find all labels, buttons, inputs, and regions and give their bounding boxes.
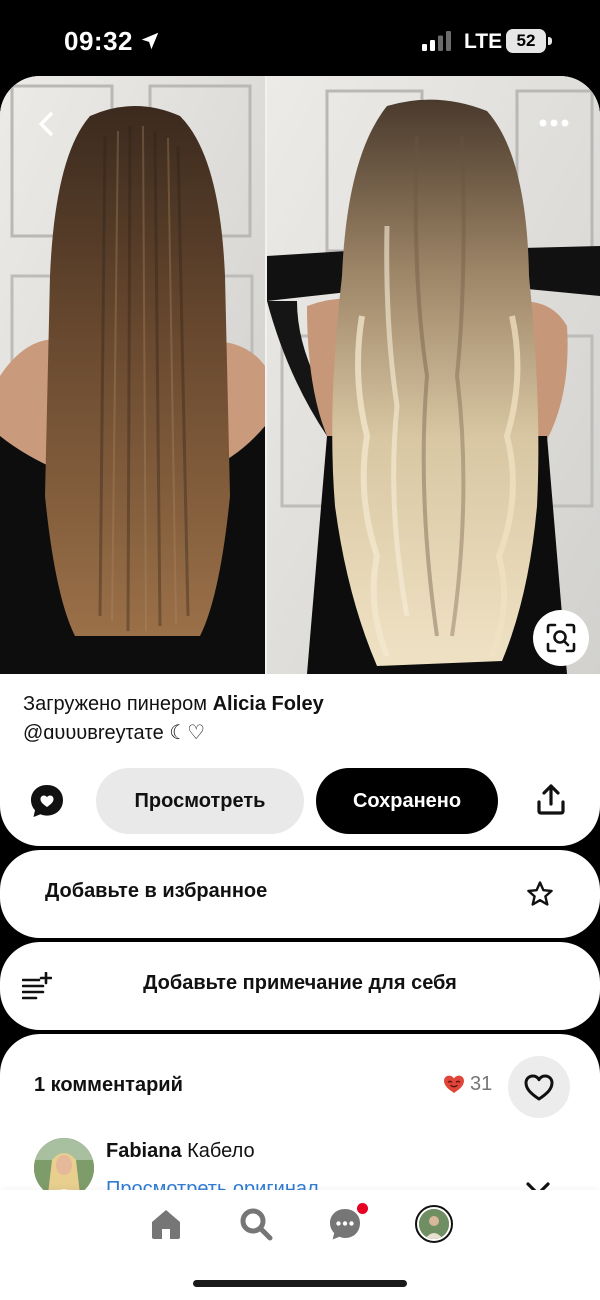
pin-photo-before [0,76,265,674]
commenter-avatar[interactable] [34,1138,94,1198]
more-horizontal-icon [539,119,569,127]
home-icon [152,1210,180,1239]
more-options-button[interactable] [534,106,574,140]
caption-prefix: Загружено пинером [23,693,208,715]
tab-home[interactable] [146,1204,186,1244]
location-arrow-icon [141,32,159,50]
add-to-favorites-row[interactable]: Добавьте в избранное [0,850,600,938]
pin-actions: Просмотреть Сохранено [0,768,600,834]
battery-level: 52 [516,31,536,50]
signal-bars-icon [422,31,451,51]
visual-search-icon [546,623,576,653]
tab-search[interactable] [236,1204,276,1244]
chevron-left-icon [39,112,53,136]
pin-detail-screen: 09:32 LTE 52 Загружено пинером Alicia Fo… [0,0,600,1300]
star-icon [527,881,553,906]
tab-profile[interactable] [414,1204,454,1244]
battery-icon: 52 [506,29,552,53]
favorites-label: Добавьте в избранное [45,880,268,902]
pin-caption: Загружено пинером Alicia Foley @ɑυυυвreу… [23,690,583,748]
comment-author[interactable]: Fabiana [106,1140,182,1162]
like-button[interactable] [508,1056,570,1118]
heart-eyes-emoji-icon [444,1075,464,1093]
home-indicator[interactable] [193,1280,407,1287]
back-button[interactable] [26,104,66,144]
reaction-summary[interactable]: 31 [442,1072,492,1096]
pin-image[interactable] [0,76,600,674]
tab-messages[interactable] [325,1203,368,1244]
status-bar: 09:32 LTE 52 [0,0,600,78]
search-icon [240,1208,273,1241]
caption-author-link[interactable]: Alicia Foley [213,693,324,715]
comment-button[interactable] [28,782,66,820]
pin-photo-after [267,76,600,674]
share-icon [537,784,565,815]
caption-handle: @ɑυυυвreуτаτе ☾♡ [23,722,206,744]
comment-header: Fabiana Кабело [106,1140,255,1163]
share-button[interactable] [533,782,569,818]
reaction-count: 31 [470,1072,493,1095]
comment-text: Кабело [187,1140,255,1162]
saved-button[interactable]: Сохранено [316,768,498,834]
heart-icon [524,1074,554,1101]
add-note-row[interactable]: Добавьте примечание для себя [0,942,600,1030]
chat-heart-icon [31,785,63,817]
network-type-label: LTE [464,30,503,53]
note-label: Добавьте примечание для себя [143,972,457,994]
pin-card: Загружено пинером Alicia Foley @ɑυυυвreу… [0,76,600,846]
comments-count-title: 1 комментарий [34,1074,183,1096]
profile-avatar [415,1205,453,1243]
notification-dot [357,1203,368,1214]
visual-search-button[interactable] [533,610,589,666]
status-time: 09:32 [64,26,133,56]
view-button[interactable]: Просмотреть [96,768,304,834]
